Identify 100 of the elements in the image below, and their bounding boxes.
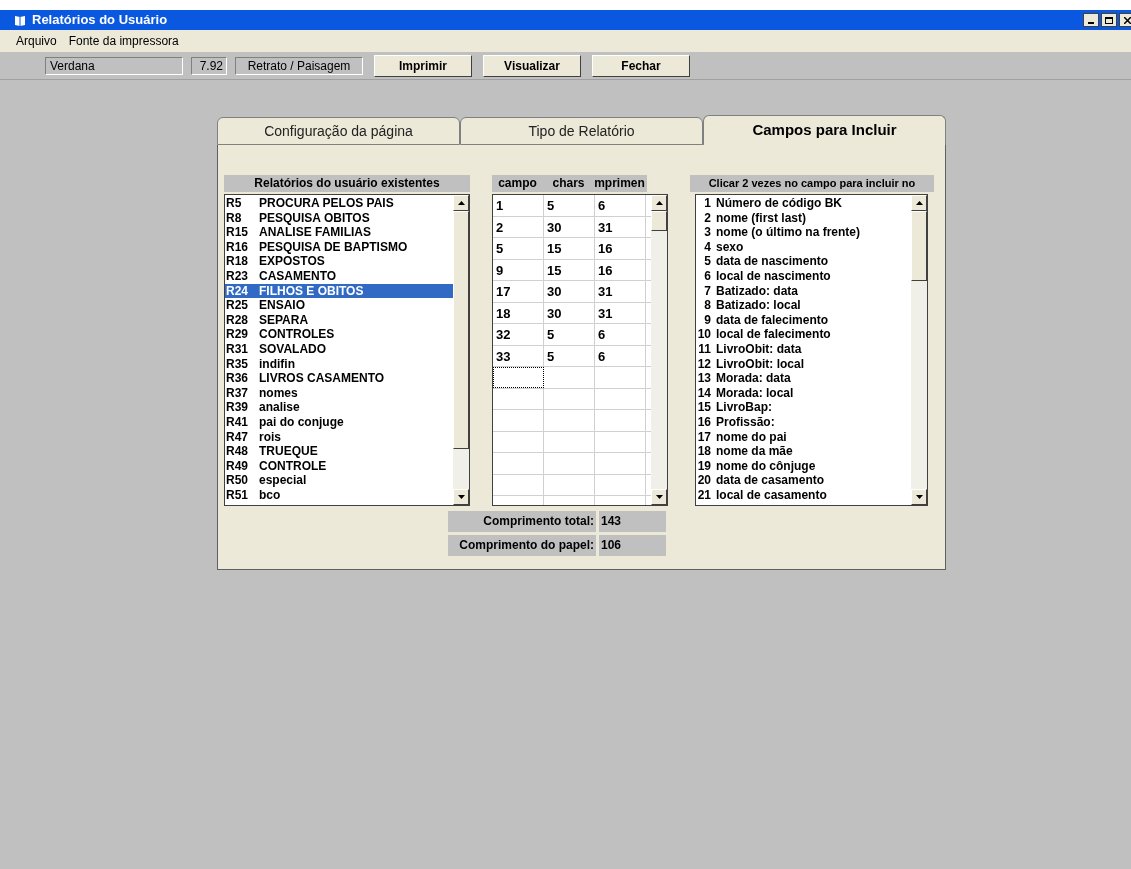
- orientation-field[interactable]: Retrato / Paisagem: [235, 56, 363, 75]
- report-item[interactable]: R29 CONTROLES: [225, 327, 453, 342]
- grid-cell[interactable]: 6: [595, 324, 646, 345]
- grid-cell[interactable]: 15: [544, 238, 595, 259]
- grid-cell[interactable]: 31: [595, 281, 646, 302]
- report-item[interactable]: R36 LIVROS CASAMENTO: [225, 371, 453, 386]
- field-item[interactable]: 18 nome da mãe: [696, 444, 911, 459]
- grid-cell[interactable]: 32: [493, 324, 544, 345]
- grid-cell[interactable]: 18: [493, 302, 544, 323]
- report-item[interactable]: R41 pai do conjuge: [225, 414, 453, 430]
- font-field[interactable]: Verdana: [45, 56, 183, 75]
- grid-cell[interactable]: 5: [493, 238, 544, 259]
- grid-cell[interactable]: 15: [544, 259, 595, 280]
- field-item[interactable]: 15 LivroBap:: [696, 400, 911, 415]
- field-item[interactable]: 6 local de nascimento: [696, 268, 911, 284]
- report-item[interactable]: R18 EXPOSTOS: [225, 254, 453, 269]
- grid-cell[interactable]: 2: [493, 216, 544, 237]
- report-code: R5: [225, 196, 243, 211]
- field-item[interactable]: 13 Morada: data: [696, 371, 911, 386]
- report-item[interactable]: R8 PESQUISA OBITOS: [225, 210, 453, 226]
- grid-cell[interactable]: 30: [544, 302, 595, 323]
- field-list[interactable]: [695, 194, 928, 506]
- report-item[interactable]: R37 nomes: [225, 385, 453, 401]
- report-item[interactable]: R48 TRUEQUE: [225, 444, 453, 459]
- field-item[interactable]: 12 LivroObit: local: [696, 356, 911, 372]
- report-item[interactable]: R23 CASAMENTO: [225, 268, 453, 284]
- grid-cell[interactable]: 6: [595, 345, 646, 366]
- report-name: bco: [259, 487, 281, 503]
- report-item[interactable]: R39 analise: [225, 400, 453, 415]
- report-item[interactable]: R35 indifin: [225, 356, 453, 372]
- field-item[interactable]: 21 local de casamento: [696, 487, 911, 503]
- minimize-button[interactable]: [1083, 13, 1099, 27]
- close-button[interactable]: [1119, 13, 1131, 27]
- data-grid[interactable]: 1 5 6 2 30 31 5 15 16 9 15 16 17 30 31 18 30 31 32 5 6 33 5 6: [492, 194, 668, 506]
- focused-cell[interactable]: [493, 367, 544, 388]
- scrollbar-thumb[interactable]: [651, 211, 667, 231]
- grid-cell[interactable]: 30: [544, 281, 595, 302]
- grid-cell[interactable]: 31: [595, 216, 646, 237]
- report-item[interactable]: R49 CONTROLE: [225, 458, 453, 474]
- field-item[interactable]: 5 data de nascimento: [696, 254, 911, 269]
- report-item[interactable]: R51 bco: [225, 487, 453, 503]
- tab[interactable]: Campos para Incluir: [703, 115, 946, 145]
- field-item[interactable]: 4 sexo: [696, 239, 911, 255]
- field-item[interactable]: 19 nome do cônjuge: [696, 458, 911, 474]
- scroll-up-button[interactable]: [911, 195, 927, 211]
- tab[interactable]: Tipo de Relatório: [460, 117, 703, 145]
- grid-cell[interactable]: 5: [544, 195, 595, 216]
- report-name: FILHOS E OBITOS: [259, 283, 364, 299]
- report-item[interactable]: R47 rois: [225, 429, 453, 445]
- grid-cell[interactable]: 5: [544, 345, 595, 366]
- grid-cell[interactable]: 1: [493, 195, 544, 216]
- field-item[interactable]: 9 data de falecimento: [696, 312, 911, 328]
- grid-cell[interactable]: 9: [493, 259, 544, 280]
- report-item[interactable]: R5 PROCURA PELOS PAIS: [225, 196, 453, 211]
- report-item[interactable]: R31 SOVALADO: [225, 341, 453, 357]
- report-item[interactable]: R28 SEPARA: [225, 312, 453, 328]
- toolbar-button[interactable]: Visualizar: [483, 54, 581, 77]
- toolbar-button[interactable]: Fechar: [592, 54, 690, 77]
- report-list[interactable]: [224, 194, 470, 506]
- scroll-down-button[interactable]: [453, 489, 469, 505]
- menu-item[interactable]: Fonte da impressora: [68, 32, 179, 50]
- scroll-down-button[interactable]: [911, 489, 927, 505]
- field-item[interactable]: 3 nome (o último na frente): [696, 225, 911, 240]
- field-item[interactable]: 1 Número de código BK: [696, 196, 911, 211]
- grid-cell[interactable]: 6: [595, 195, 646, 216]
- field-number: 11: [697, 341, 712, 357]
- field-item[interactable]: 17 nome do pai: [696, 429, 911, 445]
- size-field[interactable]: 7.92: [191, 56, 227, 75]
- field-item[interactable]: 11 LivroObit: data: [696, 341, 911, 357]
- tab[interactable]: Configuração da página: [217, 117, 460, 145]
- grid-cell[interactable]: 33: [493, 345, 544, 366]
- scroll-up-button[interactable]: [651, 195, 667, 211]
- toolbar-button[interactable]: Imprimir: [374, 54, 472, 77]
- field-name: Morada: data: [716, 371, 791, 386]
- grid-cell[interactable]: 16: [595, 238, 646, 259]
- report-item[interactable]: R25 ENSAIO: [225, 298, 453, 313]
- field-item[interactable]: 2 nome (first last): [696, 210, 911, 226]
- grid-cell[interactable]: 16: [595, 259, 646, 280]
- field-item[interactable]: 7 Batizado: data: [696, 283, 911, 299]
- field-item[interactable]: 14 Morada: local: [696, 385, 911, 401]
- field-number: 8: [703, 298, 712, 313]
- grid-cell[interactable]: 5: [544, 324, 595, 345]
- grid-cell[interactable]: 30: [544, 216, 595, 237]
- column-header: mprimen: [594, 175, 645, 192]
- field-item[interactable]: 20 data de casamento: [696, 473, 911, 488]
- scrollbar-thumb[interactable]: [911, 211, 927, 281]
- report-item[interactable]: R16 PESQUISA DE BAPTISMO: [225, 239, 453, 255]
- field-name: Profissão:: [716, 414, 775, 430]
- field-item[interactable]: 10 local de falecimento: [696, 327, 911, 342]
- scroll-down-button[interactable]: [651, 489, 667, 505]
- report-item[interactable]: R50 especial: [225, 473, 453, 488]
- field-item[interactable]: 8 Batizado: local: [696, 298, 911, 313]
- menu-item[interactable]: Arquivo: [16, 32, 57, 50]
- report-item[interactable]: R15 ANALISE FAMILIAS: [225, 225, 453, 240]
- maximize-button[interactable]: [1101, 13, 1117, 27]
- report-item[interactable]: R24 FILHOS E OBITOS: [225, 283, 453, 299]
- field-item[interactable]: 16 Profissão:: [696, 414, 911, 430]
- scroll-up-button[interactable]: [453, 195, 469, 211]
- grid-cell[interactable]: 17: [493, 281, 544, 302]
- grid-cell[interactable]: 31: [595, 302, 646, 323]
